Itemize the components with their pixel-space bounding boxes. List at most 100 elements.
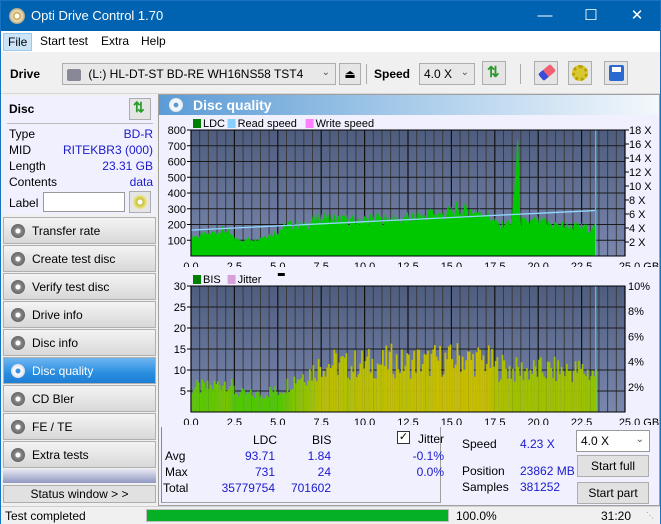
bis-bar bbox=[541, 372, 544, 412]
bis-bar bbox=[446, 359, 448, 412]
bis-bar bbox=[539, 357, 542, 412]
bis-bar bbox=[203, 382, 205, 412]
status-window-button[interactable]: Status window > > bbox=[3, 485, 156, 503]
bis-bar bbox=[263, 398, 266, 412]
bis-bar bbox=[340, 356, 343, 412]
bis-bar bbox=[251, 395, 254, 412]
bis-bar bbox=[316, 381, 318, 412]
bis-bar bbox=[293, 376, 296, 412]
nav-transfer-rate[interactable]: Transfer rate bbox=[3, 217, 156, 244]
y-tick-label: 500 bbox=[168, 172, 186, 184]
bis-bar bbox=[260, 394, 263, 412]
bis-bar bbox=[533, 360, 535, 412]
bis-bar bbox=[564, 376, 566, 412]
nav-cd-bler[interactable]: CD Bler bbox=[3, 385, 156, 412]
bis-bar bbox=[472, 354, 474, 412]
eject-button[interactable]: ⏏ bbox=[339, 63, 361, 85]
nav-fe-te[interactable]: FE / TE bbox=[3, 413, 156, 440]
disc-length-value: 23.31 GB bbox=[102, 159, 153, 173]
start-full-button[interactable]: Start full bbox=[577, 455, 649, 477]
bis-bar bbox=[272, 392, 275, 412]
bis-bar bbox=[283, 392, 285, 412]
disc-refresh-button[interactable]: ⇅ bbox=[129, 98, 151, 120]
jitter-checkbox[interactable]: ✓ bbox=[397, 431, 410, 444]
bis-bar bbox=[418, 349, 421, 412]
bis-bar bbox=[336, 375, 339, 412]
save-button[interactable] bbox=[604, 61, 628, 85]
minimize-button[interactable]: — bbox=[522, 1, 568, 31]
col-ldc-header: LDC bbox=[253, 433, 278, 447]
bis-bar bbox=[548, 362, 551, 412]
bis-bar bbox=[437, 360, 440, 412]
refresh-button[interactable]: ⇅ bbox=[482, 61, 506, 85]
start-part-button[interactable]: Start part bbox=[577, 482, 649, 504]
bis-bar bbox=[394, 378, 396, 412]
bis-bar bbox=[463, 369, 466, 412]
nav-disc-quality[interactable]: Disc quality bbox=[3, 357, 156, 384]
bis-bar bbox=[279, 392, 282, 412]
extra-tests-icon bbox=[11, 448, 25, 462]
bis-chart: 5 10 15 20 25 30 2% 4% 6% 8% 10% 0.0 2.5 5.0 7.5 10.0 12… bbox=[174, 273, 659, 425]
bis-bar bbox=[331, 365, 334, 412]
menu-extra[interactable]: Extra bbox=[97, 33, 133, 51]
bis-bar bbox=[449, 344, 452, 412]
total-label: Total bbox=[163, 481, 189, 495]
bis-bar bbox=[276, 391, 278, 412]
disc-label-button[interactable] bbox=[129, 191, 151, 213]
bis-bar bbox=[222, 385, 224, 412]
bis-bar bbox=[197, 382, 200, 412]
x-tick-label: 22.5 bbox=[571, 417, 592, 425]
bis-bar bbox=[295, 383, 297, 412]
nav-disc-info[interactable]: Disc info bbox=[3, 329, 156, 356]
disc-header: Disc bbox=[9, 102, 35, 116]
bis-bar bbox=[592, 370, 594, 412]
nav-drive-info[interactable]: Drive info bbox=[3, 301, 156, 328]
cd-bler-icon bbox=[11, 392, 25, 406]
max-bis-value: 24 bbox=[317, 465, 331, 479]
bis-bar bbox=[423, 353, 426, 412]
bis-bar bbox=[244, 395, 247, 412]
total-ldc-value: 35779754 bbox=[221, 481, 275, 495]
divider bbox=[7, 123, 153, 124]
erase-button[interactable] bbox=[534, 61, 558, 85]
legend-label: BIS bbox=[203, 274, 221, 286]
nav-verify-test-disc[interactable]: Verify test disc bbox=[3, 273, 156, 300]
maximize-button[interactable]: ☐ bbox=[568, 1, 614, 31]
drive-icon bbox=[67, 68, 81, 81]
y-tick-label: 300 bbox=[168, 204, 186, 216]
settings-button[interactable] bbox=[568, 61, 592, 85]
speed-stat-label: Speed bbox=[462, 437, 497, 451]
bis-bar bbox=[234, 394, 237, 412]
drive-select[interactable]: (L:) HL-DT-ST BD-RE WH16NS58 TST4 ⌄ bbox=[62, 63, 336, 85]
bis-bar bbox=[291, 389, 294, 412]
x-tick-label: 5.0 bbox=[270, 417, 285, 425]
samples-value: 381252 bbox=[520, 480, 561, 494]
bis-bar bbox=[526, 368, 528, 412]
x-tick-label: 2.5 bbox=[227, 417, 242, 425]
toolbar-divider bbox=[520, 64, 521, 84]
bis-bar bbox=[442, 374, 445, 412]
menu-start-test[interactable]: Start test bbox=[36, 33, 92, 51]
bis-bar bbox=[560, 366, 563, 412]
bis-bar bbox=[425, 354, 428, 412]
bis-bar bbox=[536, 376, 539, 412]
nav-extra-tests[interactable]: Extra tests bbox=[3, 441, 156, 468]
bis-bar bbox=[513, 381, 516, 412]
bis-bar bbox=[380, 364, 382, 412]
menu-help[interactable]: Help bbox=[137, 33, 170, 51]
bis-bar bbox=[579, 368, 582, 412]
close-button[interactable]: ✕ bbox=[614, 1, 660, 31]
disc-label-input[interactable] bbox=[43, 192, 125, 212]
resize-grip-icon[interactable]: ⋱ bbox=[646, 511, 654, 520]
bis-bar bbox=[362, 368, 365, 412]
nav-create-test-disc[interactable]: Create test disc bbox=[3, 245, 156, 272]
bis-bar bbox=[284, 393, 287, 412]
speed-select[interactable]: 4.0 X ⌄ bbox=[419, 63, 475, 85]
test-speed-select[interactable]: 4.0 X ⌄ bbox=[576, 430, 650, 452]
bis-bar bbox=[524, 371, 527, 412]
bis-bar bbox=[468, 351, 471, 412]
bis-bar bbox=[456, 343, 459, 412]
bis-bar bbox=[486, 363, 488, 412]
menu-file[interactable]: File bbox=[3, 33, 33, 51]
disc-mid-row: MID RITEKBR3 (000) bbox=[9, 143, 153, 159]
